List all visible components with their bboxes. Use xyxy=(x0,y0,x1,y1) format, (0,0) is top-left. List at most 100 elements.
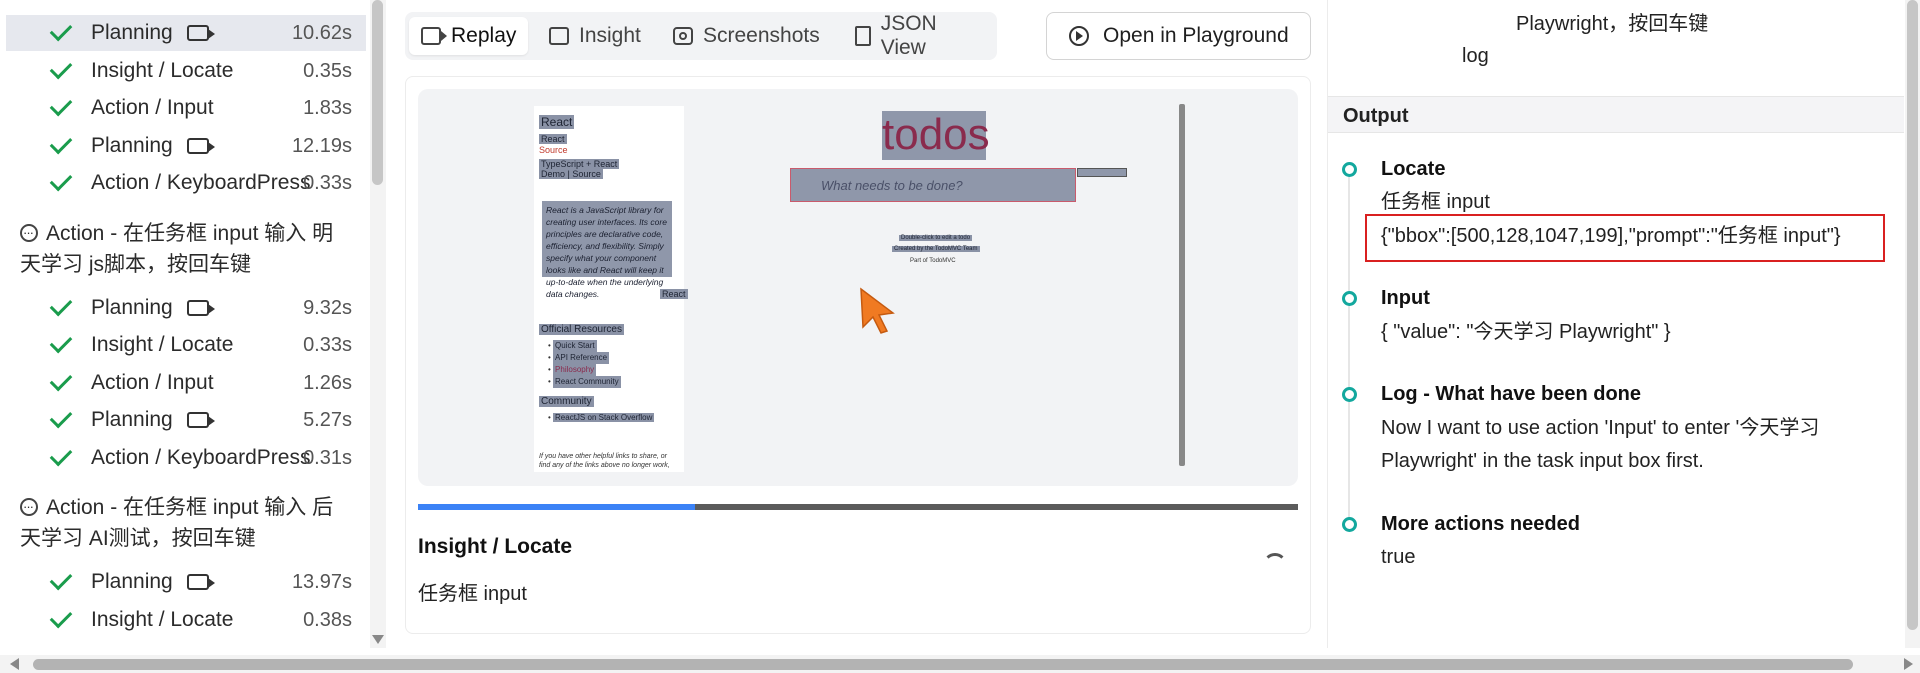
sidebar-item-planning[interactable]: Planning 10.62s xyxy=(6,15,366,51)
sidebar-item-action-keyboardpress[interactable]: Action / KeyboardPress 0.33s xyxy=(6,165,366,201)
sidebar-item-action-input[interactable]: Action / Input 1.83s xyxy=(6,90,366,126)
step-duration: 13.97s xyxy=(291,570,352,593)
message-icon xyxy=(20,491,38,522)
resource-link: Quick Start xyxy=(553,340,597,352)
todo-input-side xyxy=(1077,168,1127,177)
task-group-title-cont: 天学习 js脚本，按回车键 xyxy=(20,253,251,276)
demo-source-links: Demo | Source xyxy=(539,169,603,179)
check-icon xyxy=(49,293,73,317)
tab-label: Screenshots xyxy=(703,24,820,47)
sidebar-item-label: Planning xyxy=(91,21,173,44)
tab-json-view[interactable]: JSON View xyxy=(843,12,997,59)
step-duration: 0.38s xyxy=(303,608,352,631)
sidebar-item-label: Insight / Locate xyxy=(91,608,234,631)
timeline-line xyxy=(1348,170,1350,530)
resource-link: API Reference xyxy=(553,352,610,364)
detail-scrollbar-thumb[interactable] xyxy=(1907,0,1918,630)
task-group-header[interactable]: Action - 在任务框 input 输入 明 天学习 js脚本，按回车键 xyxy=(20,217,350,280)
output-log-label: Log - What have been done xyxy=(1381,383,1642,405)
step-duration: 5.27s xyxy=(303,408,352,431)
sidebar-scrollbar-thumb[interactable] xyxy=(372,0,383,185)
view-tabs: Replay Insight Screenshots JSON View xyxy=(405,12,997,60)
screenshot-scrollbar xyxy=(1179,104,1185,466)
sidebar-item-action-input[interactable]: Action / Input 1.26s xyxy=(6,365,366,401)
sidebar-item-planning[interactable]: Planning 12.19s xyxy=(6,128,366,164)
check-icon xyxy=(49,405,73,429)
step-duration: 0.35s xyxy=(303,59,352,82)
check-icon xyxy=(49,168,73,192)
sidebar-item-label: Action / KeyboardPress xyxy=(91,171,311,194)
play-circle-icon xyxy=(1069,26,1089,46)
sidebar-item-label: Insight / Locate xyxy=(91,59,234,82)
react-subtitle: React xyxy=(539,134,567,144)
detail-scrollbar[interactable] xyxy=(1905,0,1920,648)
video-icon xyxy=(186,25,215,41)
sidebar-item-planning[interactable]: Planning 9.32s xyxy=(6,290,366,326)
output-locate-label: Locate xyxy=(1381,158,1446,180)
scroll-left-icon[interactable] xyxy=(10,658,19,670)
sidebar-scrollbar[interactable] xyxy=(370,0,386,648)
open-playground-label: Open in Playground xyxy=(1103,24,1289,47)
community-link: ReactJS on Stack Overflow xyxy=(553,413,655,422)
check-icon xyxy=(49,443,73,467)
sidebar-item-insight-locate[interactable]: Insight / Locate 0.33s xyxy=(6,327,366,363)
replay-progress-bar[interactable] xyxy=(418,504,1298,510)
horizontal-scrollbar-thumb[interactable] xyxy=(33,659,1853,670)
step-duration: 1.26s xyxy=(303,371,352,394)
react-quote: React is a JavaScript library for creati… xyxy=(542,201,672,299)
video-icon xyxy=(186,574,215,590)
tab-replay[interactable]: Replay xyxy=(409,17,529,55)
todo-input-highlight: What needs to be done? xyxy=(790,168,1076,202)
task-group-title: Action - 在任务框 input 输入 后 xyxy=(46,496,334,519)
sidebar-item-label: Planning xyxy=(91,134,173,157)
output-more-actions-value: true xyxy=(1381,546,1416,568)
horizontal-scrollbar[interactable] xyxy=(0,655,1920,673)
resource-link: Philosophy xyxy=(553,364,597,376)
tab-label: Replay xyxy=(451,24,517,47)
timeline-dot-icon xyxy=(1342,517,1357,532)
open-playground-button[interactable]: Open in Playground xyxy=(1046,12,1311,60)
camera-icon xyxy=(673,27,693,45)
check-icon xyxy=(49,131,73,155)
output-log-value: Now I want to use action 'Input' to ente… xyxy=(1381,417,1820,472)
sidebar-item-label: Planning xyxy=(91,408,173,431)
tab-screenshots[interactable]: Screenshots xyxy=(661,17,832,55)
sidebar-item-action-keyboardpress[interactable]: Action / KeyboardPress 0.31s xyxy=(6,440,366,476)
sidebar-item-planning[interactable]: Planning 5.27s xyxy=(6,402,366,438)
sidebar-item-planning[interactable]: Planning 13.97s xyxy=(6,564,366,600)
log-label: log xyxy=(1462,45,1489,67)
check-icon xyxy=(49,93,73,117)
community-heading: Community xyxy=(539,396,594,407)
output-input-value: { "value": "今天学习 Playwright" } xyxy=(1381,321,1671,343)
step-duration: 9.32s xyxy=(303,296,352,319)
sidebar-item-label: Action / Input xyxy=(91,96,214,119)
step-duration: 0.33s xyxy=(303,333,352,356)
video-icon xyxy=(186,412,215,428)
step-duration: 0.33s xyxy=(303,171,352,194)
footer-line: Created by the TodoMVC Team xyxy=(892,246,980,252)
tab-insight[interactable]: Insight xyxy=(537,17,653,55)
scroll-down-icon[interactable] xyxy=(372,635,384,644)
prompt-text: Playwright，按回车键 xyxy=(1516,13,1709,35)
check-icon xyxy=(49,368,73,392)
step-duration: 12.19s xyxy=(291,134,352,157)
scroll-right-icon[interactable] xyxy=(1904,658,1913,670)
replay-progress-fill xyxy=(418,504,696,510)
file-icon xyxy=(855,26,871,46)
sidebar-item-label: Planning xyxy=(91,296,173,319)
loading-spinner-icon xyxy=(1263,553,1287,577)
step-duration: 0.31s xyxy=(303,446,352,469)
official-resources-heading: Official Resources xyxy=(539,324,624,335)
sidebar: Planning 10.62s Insight / Locate 0.35s A… xyxy=(0,0,366,648)
tab-label: Insight xyxy=(579,24,641,47)
source-link: Source xyxy=(539,145,568,155)
check-icon xyxy=(49,18,73,42)
step-duration: 10.62s xyxy=(291,21,352,44)
highlight-box xyxy=(1365,214,1885,262)
resource-link: React Community xyxy=(553,376,621,388)
tab-label: JSON View xyxy=(880,12,937,59)
footer-note: If you have other helpful links to share… xyxy=(539,453,670,469)
sidebar-item-insight-locate[interactable]: Insight / Locate 0.35s xyxy=(6,53,366,89)
sidebar-item-insight-locate[interactable]: Insight / Locate 0.38s xyxy=(6,602,366,638)
task-group-header[interactable]: Action - 在任务框 input 输入 后 天学习 AI测试，按回车键 xyxy=(20,491,350,554)
